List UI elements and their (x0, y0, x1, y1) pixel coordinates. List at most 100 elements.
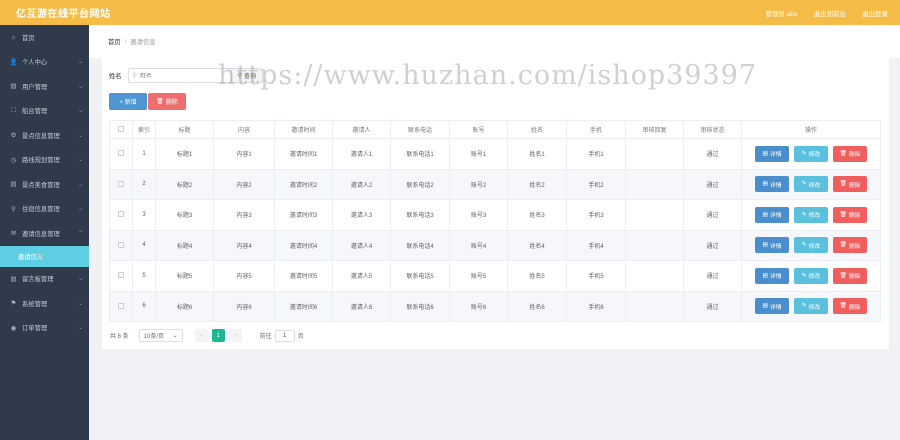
tag-icon: ⚙ (10, 132, 17, 140)
sidebar-item[interactable]: ▤ 景点美食管理 ⌄ (0, 172, 89, 197)
breadcrumb-home[interactable]: 首页 (108, 37, 121, 46)
delete-button[interactable]: 🗑 删除 (833, 145, 867, 162)
trash-icon: 🗑 (156, 99, 164, 105)
edit-label: 修改 (808, 213, 821, 220)
table-cell: 邀请人4 (332, 229, 391, 261)
detail-button[interactable]: ▤ 详情 (755, 145, 789, 162)
sidebar-item-label: 船台管理 (22, 108, 48, 116)
goto-page-input[interactable]: 1 (274, 329, 295, 342)
site-title: 亿互游在线平台网站 (16, 9, 111, 20)
delete-button[interactable]: 🗑 删除 (833, 267, 867, 284)
row-select-cell (109, 199, 133, 231)
row-checkbox[interactable] (118, 211, 124, 218)
chevron-icon: ⌄ (77, 157, 83, 164)
mail-icon: ✉ (10, 230, 17, 238)
page-size-select[interactable]: 10条/页 ⌄ (138, 329, 183, 342)
table-cell: 3 (132, 199, 156, 231)
table-cell (625, 138, 684, 170)
next-page-button[interactable]: › (228, 329, 242, 342)
table-cell: 4 (132, 229, 156, 261)
row-checkbox[interactable] (118, 241, 124, 248)
logout-link[interactable]: 退出登录 (862, 8, 888, 18)
admin-user-link[interactable]: 管理员 abo (765, 8, 797, 18)
row-checkbox[interactable] (118, 150, 124, 157)
sidebar-item[interactable]: ✉ 邀请信息管理 ⌃ (0, 221, 89, 246)
table-cell: 账号1 (449, 138, 508, 170)
sidebar-item-label: 首页 (22, 34, 35, 42)
row-checkbox[interactable] (118, 272, 124, 279)
row-select-cell (109, 168, 133, 200)
sidebar-item[interactable]: ◷ 路线规划管理 ⌄ (0, 148, 89, 173)
sidebar-item-label: 个人中心 (22, 59, 48, 67)
table-cell: 账号4 (449, 229, 508, 261)
search-field[interactable]: ⚲ (127, 68, 235, 83)
sidebar-item[interactable]: ⚑ 系统管理 ⌄ (0, 291, 89, 316)
sidebar-item[interactable]: ⌂ 首页 (0, 25, 89, 50)
sidebar-item[interactable]: ◉ 订单管理 ⌄ (0, 316, 89, 341)
chevron-icon: ⌄ (77, 206, 83, 213)
table-cell: 姓名2 (507, 168, 567, 200)
detail-button[interactable]: ▤ 详情 (755, 267, 789, 284)
delete-label: 删除 (848, 213, 861, 220)
table-row: 2 标题2 内容2 邀请时间2 邀请人2 联系电话2 账号2 姓名2 手机2 通过 ▤ 详情 ✎ 修改 🗑 删… (109, 168, 881, 200)
trash-icon: 🗑 (839, 211, 847, 218)
front-page-link[interactable]: 退出到前台 (814, 8, 847, 18)
table-cell: 邀请时间5 (274, 260, 333, 292)
search-input[interactable] (140, 72, 230, 79)
table-cell: 通过 (683, 199, 742, 231)
chevron-icon: ⌄ (77, 300, 83, 307)
table-cell: 手机4 (566, 229, 626, 261)
edit-label: 修改 (808, 243, 821, 250)
sidebar-item[interactable]: ⚲ 住宿信息管理 ⌄ (0, 197, 89, 222)
prev-page-button[interactable]: ‹ (194, 329, 208, 342)
edit-button[interactable]: ✎ 修改 (794, 298, 828, 315)
table-cell: 邀请时间2 (274, 168, 333, 200)
table-cell: 联系电话6 (390, 290, 450, 322)
edit-button[interactable]: ✎ 修改 (794, 145, 828, 162)
detail-button[interactable]: ▤ 详情 (755, 206, 789, 223)
sidebar-item[interactable]: ⚙ 景点信息管理 ⌄ (0, 123, 89, 148)
sidebar-item[interactable]: ▤ 用户管理 ⌄ (0, 74, 89, 99)
select-all-checkbox[interactable] (118, 126, 124, 133)
sidebar-subitem-invitations[interactable]: 邀请信息 ☝ (0, 245, 89, 267)
sidebar: ⌂ 首页 👤 个人中心 ⌄ ▤ 用户管理 ⌄ ⛶ 船台管理 ⌄ ⚙ 景点信息管理 ⌄ ◷ 路线规划管理 ⌄ ▤ 景点… (0, 25, 89, 440)
add-button[interactable]: + 新增 (109, 93, 147, 110)
row-select-cell (109, 229, 133, 261)
edit-button[interactable]: ✎ 修改 (794, 237, 828, 254)
table-cell: 邀请人2 (332, 168, 391, 200)
page-number-button[interactable]: 1 (211, 329, 225, 342)
table-header-row: 索引 标题 内容 邀请时间 邀请人 联系电话 账号 姓名 手机 审核回复 审核状态 操作 (109, 120, 881, 139)
header-links: 管理员 abo 退出到前台 退出登录 (765, 8, 888, 18)
edit-button[interactable]: ✎ 修改 (794, 206, 828, 223)
detail-label: 详情 (769, 274, 782, 281)
table-cell: 邀请时间6 (274, 290, 333, 322)
sidebar-item[interactable]: ⛶ 船台管理 ⌄ (0, 99, 89, 124)
search-button[interactable]: ⚲ 查询 (230, 68, 264, 83)
edit-button[interactable]: ✎ 修改 (794, 267, 828, 284)
sidebar-item-label: 住宿信息管理 (22, 206, 60, 214)
chevron-icon: ⌄ (77, 132, 83, 139)
delete-button[interactable]: 🗑 删除 (833, 176, 867, 193)
sidebar-item-label: 系统管理 (22, 300, 48, 308)
search-label: 姓名 (109, 73, 122, 80)
table-cell: 手机6 (566, 290, 626, 322)
bulk-delete-button[interactable]: 🗑 删除 (148, 93, 186, 110)
detail-button[interactable]: ▤ 详情 (755, 176, 789, 193)
detail-button[interactable]: ▤ 详情 (755, 237, 789, 254)
pencil-icon: ✎ (801, 272, 807, 279)
row-actions: ▤ 详情 ✎ 修改 🗑 删除 (741, 229, 881, 261)
sidebar-item[interactable]: ▤ 留言板管理 ⌄ (0, 267, 89, 292)
column-header: 邀请人 (332, 120, 391, 139)
detail-button[interactable]: ▤ 详情 (755, 298, 789, 315)
pencil-icon: ✎ (801, 211, 807, 218)
row-checkbox[interactable] (118, 302, 124, 309)
document-icon: ▤ (762, 303, 768, 310)
column-header: 联系电话 (390, 120, 450, 139)
sidebar-item[interactable]: 👤 个人中心 ⌄ (0, 50, 89, 75)
delete-button[interactable]: 🗑 删除 (833, 298, 867, 315)
row-checkbox[interactable] (118, 180, 124, 187)
edit-button[interactable]: ✎ 修改 (794, 176, 828, 193)
delete-button[interactable]: 🗑 删除 (833, 237, 867, 254)
delete-button[interactable]: 🗑 删除 (833, 206, 867, 223)
flag-icon: ⚑ (10, 300, 17, 308)
